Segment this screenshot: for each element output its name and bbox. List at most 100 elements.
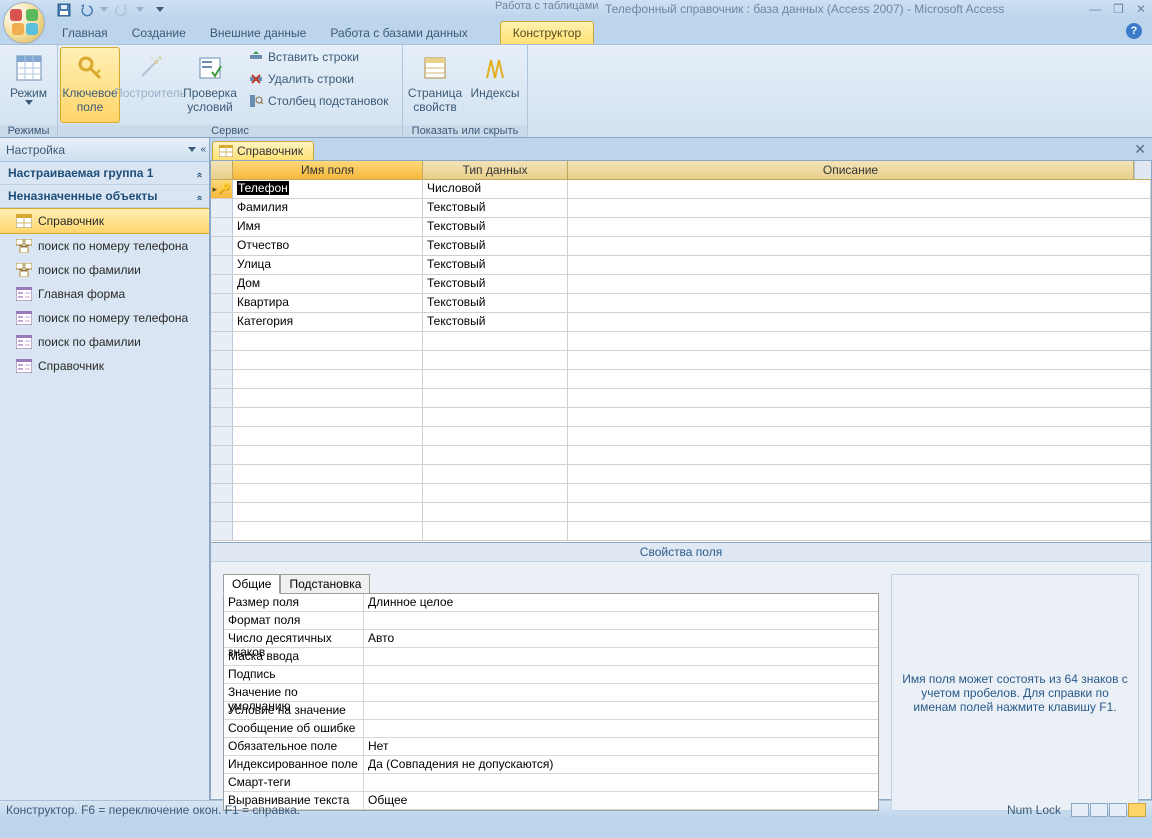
minimize-icon[interactable]: — (1089, 2, 1101, 16)
save-icon[interactable] (56, 2, 72, 18)
property-value[interactable]: Нет (364, 738, 878, 755)
row-selector[interactable] (211, 408, 233, 426)
row-selector[interactable] (211, 484, 233, 502)
property-value[interactable] (364, 720, 878, 737)
column-header-name[interactable]: Имя поля (233, 161, 423, 179)
field-desc-cell[interactable] (568, 275, 1151, 293)
field-name-cell[interactable]: Фамилия (233, 199, 423, 217)
tab-external-data[interactable]: Внешние данные (198, 22, 319, 44)
field-row-empty[interactable] (211, 389, 1151, 408)
scroll-up-icon[interactable] (1134, 161, 1151, 179)
property-row[interactable]: Подпись (224, 666, 878, 684)
row-selector[interactable]: 🔑 (211, 180, 233, 198)
help-icon[interactable]: ? (1126, 23, 1142, 39)
field-type-cell[interactable]: Текстовый (423, 313, 568, 331)
property-row[interactable]: Маска ввода (224, 648, 878, 666)
field-desc-cell[interactable] (568, 313, 1151, 331)
document-close-icon[interactable]: ✕ (1134, 141, 1146, 158)
field-row-empty[interactable] (211, 351, 1151, 370)
property-row[interactable]: Смарт-теги (224, 774, 878, 792)
nav-item[interactable]: Главная форма (0, 282, 209, 306)
row-selector[interactable] (211, 351, 233, 369)
field-row-empty[interactable] (211, 370, 1151, 389)
row-selector[interactable] (211, 275, 233, 293)
property-value[interactable]: Длинное целое (364, 594, 878, 611)
row-selector[interactable] (211, 446, 233, 464)
field-row-empty[interactable] (211, 465, 1151, 484)
property-sheet-button[interactable]: Страница свойств (405, 47, 465, 123)
test-rules-button[interactable]: Проверка условий (180, 47, 240, 123)
row-selector[interactable] (211, 256, 233, 274)
field-row-empty[interactable] (211, 332, 1151, 351)
row-selector[interactable] (211, 465, 233, 483)
property-value[interactable] (364, 666, 878, 683)
redo-dropdown-icon[interactable] (136, 7, 144, 12)
row-selector[interactable] (211, 218, 233, 236)
redo-icon[interactable] (114, 2, 130, 18)
delete-rows-button[interactable]: Удалить строки (244, 69, 392, 89)
restore-icon[interactable]: ❐ (1113, 2, 1124, 16)
nav-item[interactable]: Справочник (0, 208, 209, 234)
undo-dropdown-icon[interactable] (100, 7, 108, 12)
tab-create[interactable]: Создание (120, 22, 198, 44)
property-grid[interactable]: Размер поляДлинное целоеФормат поляЧисло… (223, 593, 879, 811)
nav-group-custom[interactable]: Настраиваемая группа 1 « (0, 162, 209, 185)
field-name-cell[interactable]: Телефон (233, 180, 423, 198)
field-type-cell[interactable]: Текстовый (423, 237, 568, 255)
undo-icon[interactable] (78, 2, 94, 18)
field-row[interactable]: КатегорияТекстовый (211, 313, 1151, 332)
row-selector[interactable] (211, 370, 233, 388)
lookup-column-button[interactable]: Столбец подстановок (244, 91, 392, 111)
field-row-empty[interactable] (211, 503, 1151, 522)
property-row[interactable]: Выравнивание текстаОбщее (224, 792, 878, 810)
property-value[interactable]: Авто (364, 630, 878, 647)
datasheet-view-icon[interactable] (1071, 803, 1089, 817)
field-row-empty[interactable] (211, 408, 1151, 427)
field-desc-cell[interactable] (568, 294, 1151, 312)
nav-item[interactable]: поиск по фамилии (0, 330, 209, 354)
field-desc-cell[interactable] (568, 218, 1151, 236)
field-name-cell[interactable]: Квартира (233, 294, 423, 312)
field-row[interactable]: УлицаТекстовый (211, 256, 1151, 275)
document-tab[interactable]: Справочник (212, 141, 314, 160)
field-row[interactable]: 🔑ТелефонЧисловой (211, 180, 1151, 199)
field-row[interactable]: ФамилияТекстовый (211, 199, 1151, 218)
row-selector[interactable] (211, 522, 233, 540)
tab-lookup[interactable]: Подстановка (280, 574, 370, 594)
field-type-cell[interactable]: Текстовый (423, 256, 568, 274)
close-icon[interactable]: ✕ (1136, 2, 1146, 16)
field-name-cell[interactable]: Дом (233, 275, 423, 293)
field-row[interactable]: ДомТекстовый (211, 275, 1151, 294)
property-value[interactable]: Общее (364, 792, 878, 809)
field-type-cell[interactable]: Текстовый (423, 294, 568, 312)
property-row[interactable]: Обязательное полеНет (224, 738, 878, 756)
row-selector[interactable] (211, 294, 233, 312)
pivot-table-view-icon[interactable] (1090, 803, 1108, 817)
field-desc-cell[interactable] (568, 237, 1151, 255)
nav-collapse-icon[interactable]: « (200, 144, 203, 155)
property-row[interactable]: Индексированное полеДа (Совпадения не до… (224, 756, 878, 774)
row-selector-header[interactable] (211, 161, 233, 179)
field-desc-cell[interactable] (568, 180, 1151, 198)
row-selector[interactable] (211, 313, 233, 331)
view-button[interactable]: Режим (2, 47, 55, 123)
tab-home[interactable]: Главная (50, 22, 120, 44)
nav-item[interactable]: поиск по номеру телефона (0, 306, 209, 330)
insert-rows-button[interactable]: Вставить строки (244, 47, 392, 67)
row-selector[interactable] (211, 332, 233, 350)
field-row-empty[interactable] (211, 484, 1151, 503)
property-value[interactable] (364, 702, 878, 719)
field-row[interactable]: ИмяТекстовый (211, 218, 1151, 237)
row-selector[interactable] (211, 237, 233, 255)
property-value[interactable] (364, 684, 878, 701)
field-name-cell[interactable]: Отчество (233, 237, 423, 255)
nav-item[interactable]: Справочник (0, 354, 209, 378)
nav-group-unassigned[interactable]: Неназначенные объекты « (0, 185, 209, 208)
tab-database-tools[interactable]: Работа с базами данных (318, 22, 479, 44)
nav-item[interactable]: поиск по фамилии (0, 258, 209, 282)
field-row-empty[interactable] (211, 446, 1151, 465)
design-view-icon[interactable] (1128, 803, 1146, 817)
row-selector[interactable] (211, 427, 233, 445)
property-row[interactable]: Формат поля (224, 612, 878, 630)
property-row[interactable]: Значение по умолчанию (224, 684, 878, 702)
